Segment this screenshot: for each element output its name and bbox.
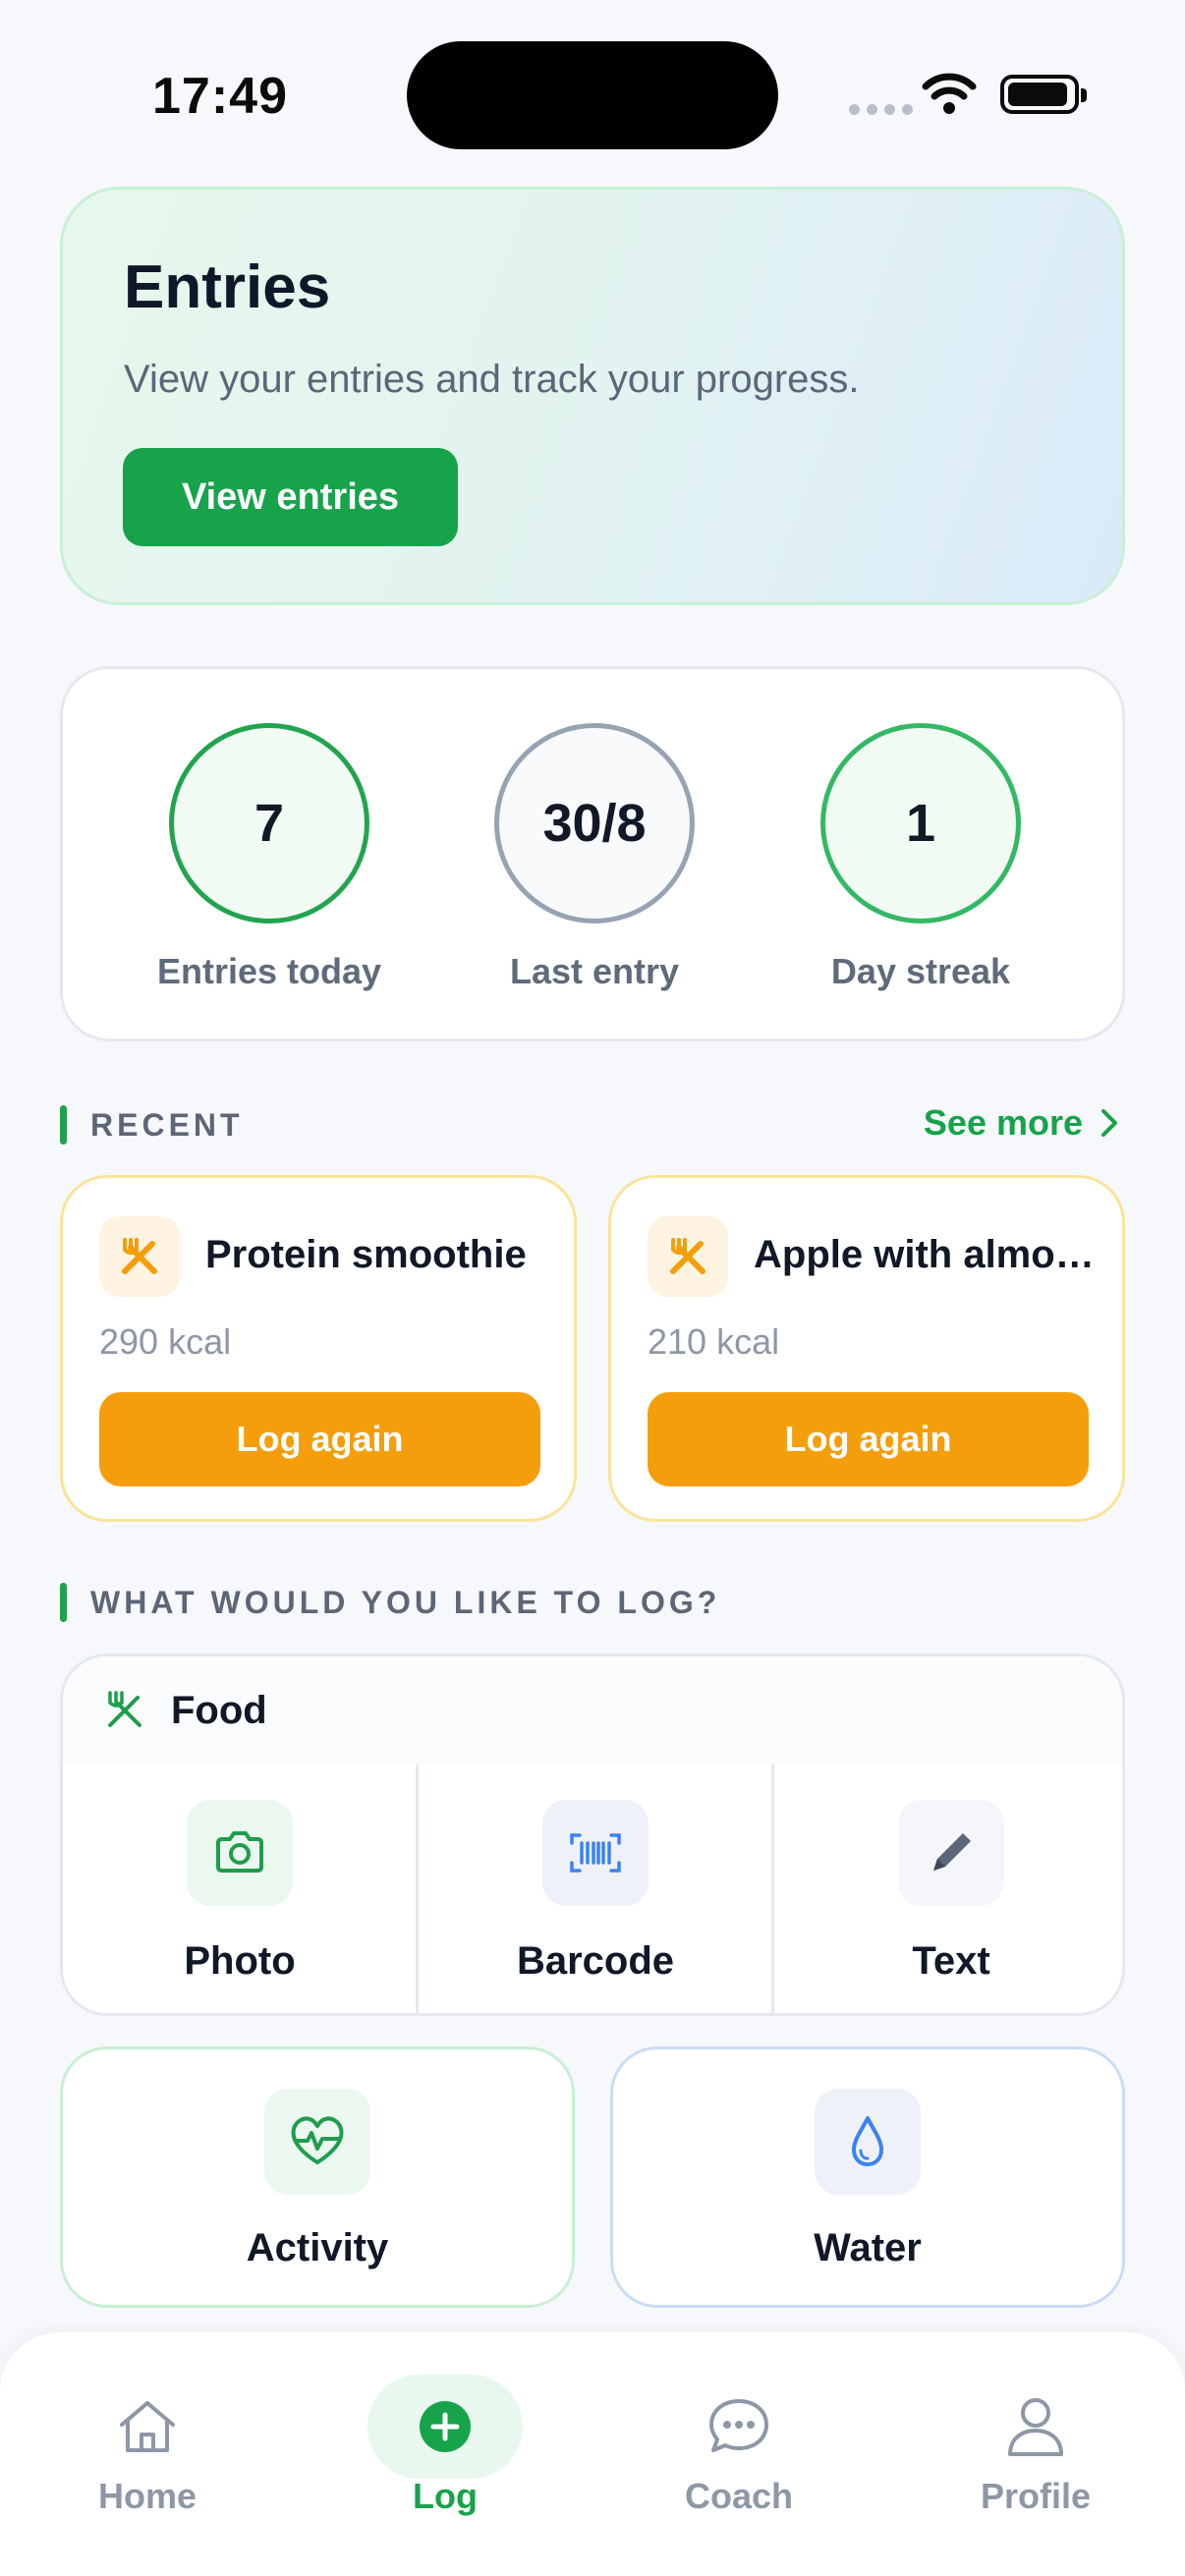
activity-card[interactable]: Activity xyxy=(60,2046,575,2308)
stat-value: 7 xyxy=(169,723,369,924)
recent-item-card[interactable]: Apple with almond butter 210 kcal Log ag… xyxy=(608,1175,1125,1522)
food-photo-option[interactable]: Photo xyxy=(63,1764,417,2013)
recent-item-kcal: 210 kcal xyxy=(648,1321,780,1362)
log-again-button[interactable]: Log again xyxy=(99,1392,540,1486)
pencil-icon xyxy=(898,1800,1004,1906)
dynamic-island xyxy=(407,41,778,149)
fork-knife-icon xyxy=(99,1216,180,1297)
log-section-header: WHAT WOULD YOU LIKE TO LOG? xyxy=(60,1583,720,1622)
stats-card: 7 Entries today 30/8 Last entry 1 Day st… xyxy=(60,666,1125,1041)
see-more-label: See more xyxy=(923,1102,1083,1143)
fork-knife-icon xyxy=(108,1691,141,1727)
stat-label: Last entry xyxy=(509,951,680,991)
food-header: Food xyxy=(63,1656,1122,1764)
tab-home[interactable]: Home xyxy=(49,2391,246,2517)
heart-pulse-icon xyxy=(264,2089,370,2195)
option-label: Photo xyxy=(184,1939,296,1983)
recent-item-name: Protein smoothie xyxy=(205,1233,527,1276)
option-label: Barcode xyxy=(516,1939,675,1983)
water-drop-icon xyxy=(815,2089,921,2195)
tab-label: Log xyxy=(413,2476,478,2516)
plus-circle-icon xyxy=(347,2391,543,2462)
stat-label: Day streak xyxy=(830,951,1011,991)
recent-section-header: RECENT xyxy=(60,1105,244,1145)
stat-day-streak: 1 Day streak xyxy=(773,723,1068,992)
see-more-link[interactable]: See more xyxy=(924,1102,1118,1144)
water-card[interactable]: Water xyxy=(610,2046,1125,2308)
status-time: 17:49 xyxy=(152,68,288,125)
wifi-icon xyxy=(922,73,977,114)
cellular-signal-icon xyxy=(849,104,913,115)
stat-value: 30/8 xyxy=(494,723,695,924)
chat-icon xyxy=(641,2391,837,2462)
home-icon xyxy=(49,2391,246,2462)
camera-icon xyxy=(187,1800,293,1906)
battery-icon xyxy=(1000,75,1087,114)
recent-item-card[interactable]: Protein smoothie 290 kcal Log again xyxy=(60,1175,577,1522)
barcode-icon xyxy=(542,1800,649,1906)
tab-label: Profile xyxy=(980,2476,1092,2516)
section-accent-bar xyxy=(60,1583,67,1622)
tab-log[interactable]: Log xyxy=(347,2391,543,2517)
hero-title: Entries xyxy=(124,253,331,321)
status-bar: 17:49 xyxy=(0,0,1185,177)
section-accent-bar xyxy=(60,1105,67,1145)
bottom-tab-bar: Home Log Coach Profile xyxy=(0,2332,1185,2576)
food-log-card: Food Photo Barcode Text xyxy=(60,1653,1125,2016)
view-entries-button[interactable]: View entries xyxy=(123,448,458,546)
recent-heading: RECENT xyxy=(90,1106,244,1143)
activity-label: Activity xyxy=(246,2226,389,2269)
food-text-option[interactable]: Text xyxy=(774,1764,1122,2013)
fork-knife-icon xyxy=(648,1216,728,1297)
tab-label: Home xyxy=(97,2476,198,2516)
stat-entries-today: 7 Entries today xyxy=(122,723,417,992)
log-again-button[interactable]: Log again xyxy=(648,1392,1089,1486)
stat-last-entry: 30/8 Last entry xyxy=(447,723,742,992)
entries-hero-card: Entries View your entries and track your… xyxy=(60,187,1125,605)
recent-item-kcal: 290 kcal xyxy=(99,1321,232,1362)
option-label: Text xyxy=(912,1939,990,1983)
stat-value: 1 xyxy=(820,723,1021,924)
tab-profile[interactable]: Profile xyxy=(937,2391,1134,2517)
person-icon xyxy=(937,2391,1134,2462)
water-label: Water xyxy=(814,2226,922,2269)
food-barcode-option[interactable]: Barcode xyxy=(419,1764,772,2013)
hero-subtitle: View your entries and track your progres… xyxy=(124,358,860,401)
food-title: Food xyxy=(171,1688,267,1732)
log-heading: WHAT WOULD YOU LIKE TO LOG? xyxy=(90,1584,721,1620)
stat-label: Entries today xyxy=(156,951,382,991)
tab-coach[interactable]: Coach xyxy=(641,2391,837,2517)
tab-label: Coach xyxy=(684,2476,794,2516)
chevron-right-icon xyxy=(1101,1109,1117,1137)
recent-item-name: Apple with almond butter xyxy=(754,1233,1107,1276)
